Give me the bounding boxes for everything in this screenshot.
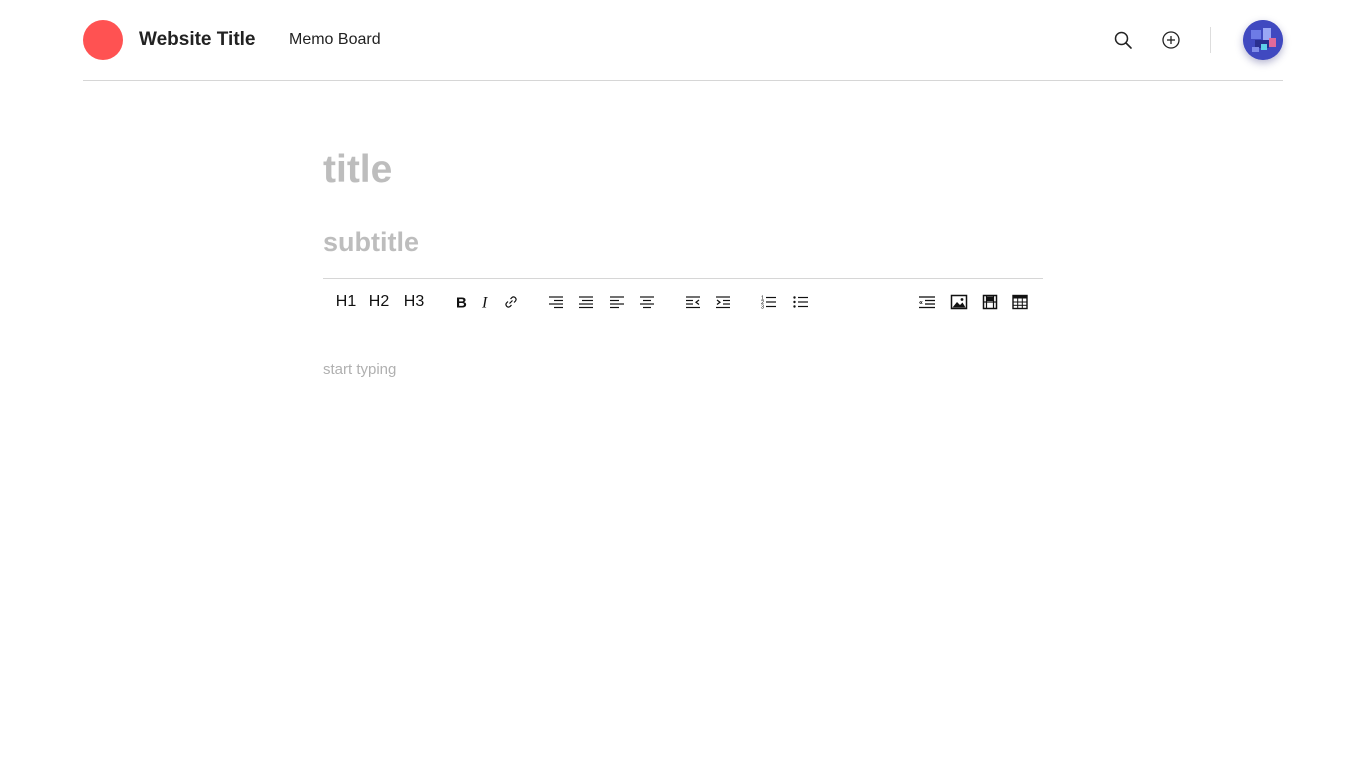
heading-2-button[interactable]: H2 — [368, 287, 390, 317]
add-circle-icon[interactable] — [1160, 29, 1182, 51]
bold-icon[interactable]: B — [450, 287, 472, 317]
formatting-toolbar: H1 H2 H3 B I 1 2 3 « — [323, 278, 1043, 327]
nav-link-memo-board[interactable]: Memo Board — [289, 31, 381, 49]
svg-text:I: I — [481, 295, 488, 312]
subtitle-input[interactable] — [323, 210, 1043, 275]
align-left-icon[interactable] — [606, 287, 628, 317]
table-icon[interactable] — [1009, 287, 1031, 317]
search-icon[interactable] — [1112, 29, 1134, 51]
align-justify-icon[interactable] — [575, 287, 597, 317]
blockquote-icon[interactable]: « — [916, 287, 938, 317]
align-right-icon[interactable] — [545, 287, 567, 317]
svg-text:B: B — [456, 295, 467, 312]
indent-icon[interactable] — [712, 287, 734, 317]
image-icon[interactable] — [948, 287, 970, 317]
ordered-list-icon[interactable]: 1 2 3 — [758, 287, 780, 317]
svg-text:«: « — [919, 300, 923, 307]
heading-1-button[interactable]: H1 — [335, 287, 357, 317]
unordered-list-icon[interactable] — [790, 287, 812, 317]
title-input[interactable] — [323, 130, 1043, 210]
body-editor[interactable] — [323, 361, 1043, 661]
align-center-icon[interactable] — [636, 287, 658, 317]
link-icon[interactable] — [500, 287, 522, 317]
outdent-icon[interactable] — [682, 287, 704, 317]
site-logo[interactable] — [83, 20, 123, 60]
user-avatar[interactable] — [1243, 20, 1283, 60]
italic-icon[interactable]: I — [475, 287, 497, 317]
header-divider — [1210, 27, 1211, 53]
site-header: Website Title Memo Board — [83, 0, 1283, 81]
memo-editor: H1 H2 H3 B I — [323, 130, 1043, 661]
svg-text:3: 3 — [761, 305, 764, 311]
video-icon[interactable] — [979, 287, 1001, 317]
heading-3-button[interactable]: H3 — [403, 287, 425, 317]
site-title[interactable]: Website Title — [139, 29, 256, 51]
